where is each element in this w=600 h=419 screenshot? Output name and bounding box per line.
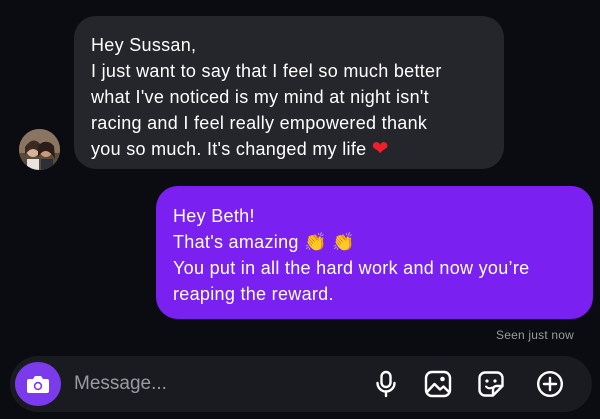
message-input[interactable]	[74, 370, 354, 398]
received-message-line: you so much. It's changed my life	[91, 139, 367, 159]
add-button[interactable]	[535, 369, 565, 399]
microphone-icon	[376, 370, 396, 398]
received-message-line: racing and I feel really empowered thank	[91, 113, 428, 133]
red-heart-emoji: ❤	[371, 138, 389, 160]
received-message-last-line: you so much. It's changed my life ❤	[91, 136, 487, 162]
sent-message-emoji-line: That's amazing 👏 👏	[173, 229, 576, 255]
received-message-line: what I've noticed is my mind at night is…	[91, 87, 429, 107]
add-icon	[536, 370, 564, 398]
sent-message-line: You put in all the hard work and now you…	[173, 258, 530, 278]
sent-message-bubble[interactable]: Hey Beth! That's amazing 👏 👏 You put in …	[156, 186, 593, 319]
seen-status: Seen just now	[496, 328, 574, 342]
sent-message-line: Hey Beth!	[173, 206, 255, 226]
sent-message-line: reaping the reward.	[173, 284, 334, 304]
message-composer	[10, 356, 592, 412]
received-message-line: Hey Sussan,	[91, 35, 197, 55]
sticker-button[interactable]	[476, 369, 506, 399]
received-message-bubble[interactable]: Hey Sussan, I just want to say that I fe…	[74, 16, 504, 169]
avatar-photo	[19, 129, 60, 170]
gallery-button[interactable]	[423, 369, 453, 399]
sent-message-line: That's amazing	[173, 232, 299, 252]
camera-icon	[27, 376, 49, 393]
avatar[interactable]	[19, 129, 60, 170]
sticker-icon	[478, 371, 504, 397]
microphone-button[interactable]	[371, 369, 401, 399]
received-message-line: I just want to say that I feel so much b…	[91, 61, 442, 81]
camera-button[interactable]	[15, 362, 61, 406]
clapping-hands-emoji: 👏 👏	[304, 232, 355, 252]
gallery-icon	[424, 370, 452, 398]
